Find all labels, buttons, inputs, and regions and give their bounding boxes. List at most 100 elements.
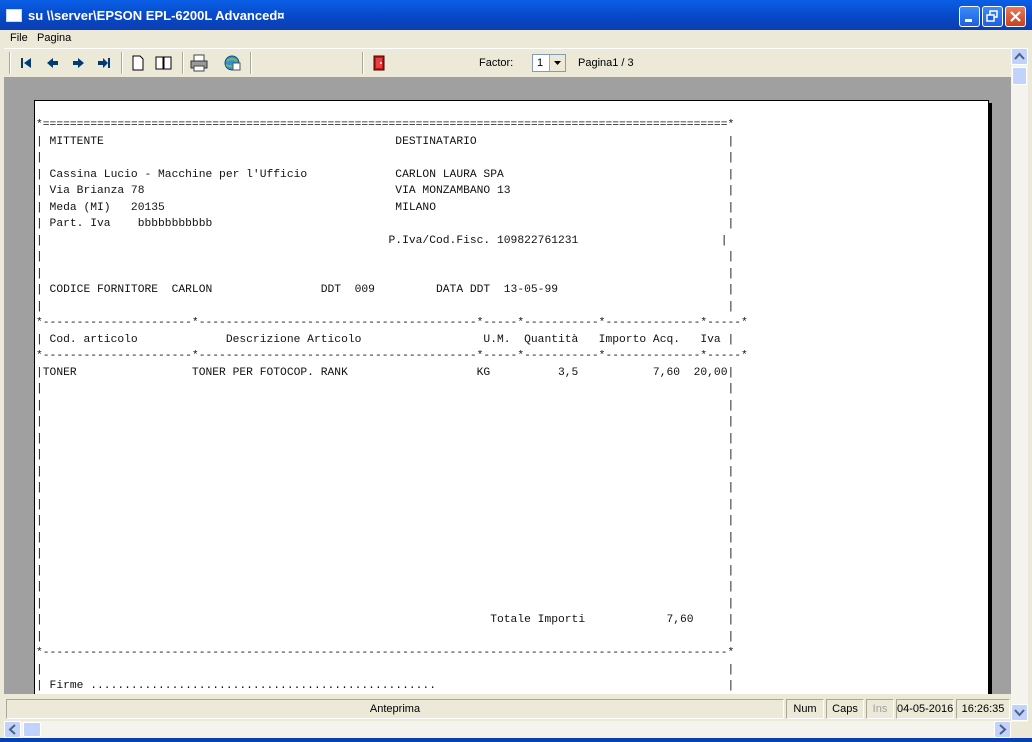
factor-label: Factor: xyxy=(479,57,514,69)
print-button[interactable] xyxy=(188,53,210,73)
report-line: | | xyxy=(36,482,735,494)
status-mode: Anteprima xyxy=(6,699,784,719)
report-line: | | xyxy=(36,399,735,412)
last-page-button[interactable] xyxy=(93,53,115,73)
status-num: Num xyxy=(786,699,824,719)
toolbar-separator xyxy=(250,52,252,74)
maximize-button[interactable] xyxy=(982,6,1003,27)
report-line: | | xyxy=(36,152,735,164)
menu-pagina[interactable]: Pagina xyxy=(37,32,71,44)
report-line: | | xyxy=(36,564,735,577)
status-bar: Anteprima Num Caps Ins 04-05-2016 16:26:… xyxy=(4,697,1011,721)
chevron-up-icon xyxy=(1014,52,1025,60)
close-icon xyxy=(1010,11,1021,22)
report-line: | | xyxy=(36,581,735,593)
first-page-button[interactable] xyxy=(16,53,38,73)
single-page-icon xyxy=(132,55,144,71)
single-page-button[interactable] xyxy=(127,53,149,73)
chevron-right-icon xyxy=(999,724,1007,735)
report-line: | | xyxy=(36,416,735,428)
exit-door-icon xyxy=(373,55,385,71)
two-pages-button[interactable] xyxy=(153,53,175,73)
first-page-icon xyxy=(21,58,31,68)
status-ins: Ins xyxy=(866,699,894,719)
report-line: | | xyxy=(36,251,735,263)
window-bottom-border xyxy=(0,738,1032,742)
report-line: | | xyxy=(36,663,735,676)
scroll-down-button[interactable] xyxy=(1011,704,1028,721)
minimize-icon xyxy=(965,19,972,22)
factor-value: 1 xyxy=(537,57,544,69)
scroll-right-button[interactable] xyxy=(994,721,1011,738)
status-date: 04-05-2016 xyxy=(896,699,954,719)
print-preview-window: su \\server\EPSON EPL-6200L Advanced¤ Fi… xyxy=(0,0,1032,742)
report-line: | Firme ................................… xyxy=(36,680,735,692)
minimize-button[interactable] xyxy=(959,6,980,27)
report-line: *=======================================… xyxy=(36,119,735,131)
arrow-left-icon xyxy=(47,58,58,68)
next-page-button[interactable] xyxy=(67,53,89,73)
restore-icon xyxy=(986,10,998,22)
globe-page-icon xyxy=(224,55,241,71)
horizontal-scroll-thumb[interactable] xyxy=(23,722,41,737)
chevron-down-icon xyxy=(1014,709,1025,717)
printer-icon xyxy=(190,54,208,72)
report-line: | Totale Importi 7,60 | xyxy=(36,614,735,626)
report-line: | Via Brianza 78 VIA MONZAMBANO 13 | xyxy=(36,185,735,197)
report-line: *---------------------------------------… xyxy=(36,647,735,659)
report-content: *=======================================… xyxy=(36,117,748,694)
report-line: | | xyxy=(36,630,735,643)
chevron-left-icon xyxy=(8,724,16,735)
menu-bar: File Pagina xyxy=(4,30,1028,48)
report-line: |TONER TONER PER FOTOCOP. RANK KG 3,5 7,… xyxy=(36,366,735,379)
report-line: | | xyxy=(36,267,735,280)
window-title: su \\server\EPSON EPL-6200L Advanced¤ xyxy=(28,8,285,23)
toolbar-separator xyxy=(182,52,184,74)
report-line: | | xyxy=(36,300,735,313)
report-line: *----------------------*----------------… xyxy=(36,350,748,362)
title-bar[interactable]: su \\server\EPSON EPL-6200L Advanced¤ xyxy=(0,0,1032,30)
vertical-scrollbar[interactable] xyxy=(1011,48,1028,722)
report-line: | | xyxy=(36,432,735,445)
report-line: | | xyxy=(36,548,735,560)
report-line: | | xyxy=(36,449,735,461)
menu-file[interactable]: File xyxy=(10,32,28,44)
report-line: | Part. Iva bbbbbbbbbbb | xyxy=(36,218,735,230)
export-button[interactable] xyxy=(221,53,243,73)
report-line: | | xyxy=(36,531,735,544)
report-line: | | xyxy=(36,515,735,527)
toolbar-separator xyxy=(362,52,364,74)
report-line: *----------------------*----------------… xyxy=(36,317,748,329)
report-line: | | xyxy=(36,597,735,610)
horizontal-scrollbar[interactable] xyxy=(4,721,1011,738)
chevron-down-icon xyxy=(554,61,561,65)
toolbar-grip xyxy=(9,52,11,74)
factor-select[interactable]: 1 xyxy=(532,54,566,72)
exit-button[interactable] xyxy=(368,53,390,73)
preview-area[interactable]: *=======================================… xyxy=(4,77,1011,694)
page-indicator: Pagina1 / 3 xyxy=(578,57,634,69)
previous-page-button[interactable] xyxy=(42,53,64,73)
report-line: | P.Iva/Cod.Fisc. 109822761231 | xyxy=(36,234,728,247)
report-line: | CODICE FORNITORE CARLON DDT 009 DATA D… xyxy=(36,284,735,296)
status-time: 16:26:35 xyxy=(956,699,1010,719)
arrow-right-icon xyxy=(73,58,84,68)
scroll-up-button[interactable] xyxy=(1011,48,1028,65)
status-caps: Caps xyxy=(826,699,864,719)
report-line: | Meda (MI) 20135 MILANO | xyxy=(36,201,735,214)
last-page-icon xyxy=(98,58,110,68)
report-page: *=======================================… xyxy=(34,100,989,694)
report-line: | | xyxy=(36,383,735,395)
toolbar-separator xyxy=(121,52,123,74)
scroll-left-button[interactable] xyxy=(4,721,21,738)
close-button[interactable] xyxy=(1005,6,1026,27)
dropdown-arrow-button[interactable] xyxy=(549,55,565,71)
report-line: | MITTENTE DESTINATARIO | xyxy=(36,135,735,148)
report-line: | | xyxy=(36,465,735,478)
scroll-thumb[interactable] xyxy=(1012,67,1027,85)
report-line: | | xyxy=(36,498,735,511)
report-line: | Cod. articolo Descrizione Articolo U.M… xyxy=(36,333,735,346)
two-pages-icon xyxy=(155,56,172,70)
toolbar: Factor: 1 Pagina1 / 3 xyxy=(4,48,1011,78)
report-line: | Cassina Lucio - Macchine per l'Ufficio… xyxy=(36,168,735,181)
